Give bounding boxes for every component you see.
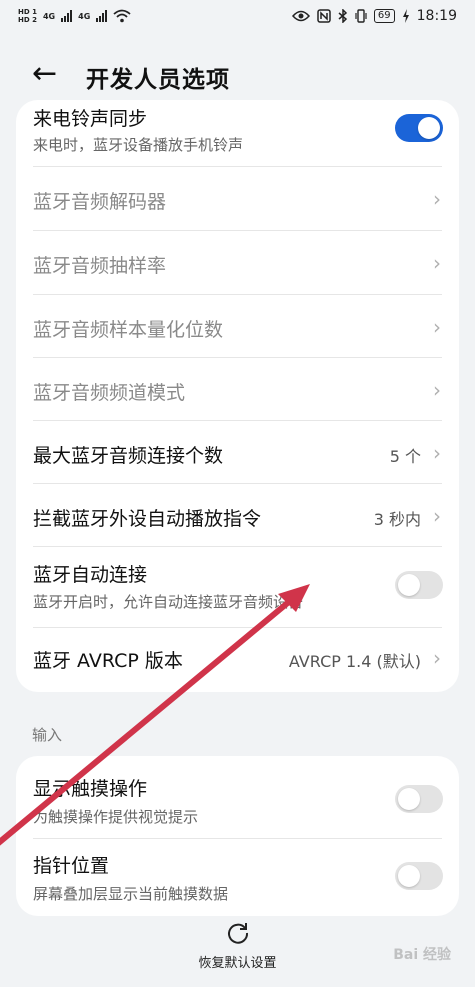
sample-rate-label: 蓝牙音频抽样率 [33, 255, 167, 277]
signal-icon [61, 10, 73, 22]
status-bar: HD 1 HD 2 4G 4G 69 18:19 [0, 0, 475, 38]
max-connections-value: 5 个 [389, 447, 421, 466]
pointer-location-row[interactable]: 指针位置 屏幕叠加层显示当前触摸数据 [16, 839, 459, 916]
ringtone-sync-subtitle: 来电时，蓝牙设备播放手机铃声 [33, 136, 244, 154]
status-left: HD 1 HD 2 4G 4G [18, 8, 131, 24]
page-title: 开发人员选项 [86, 67, 230, 93]
avrcp-version-label: 蓝牙 AVRCP 版本 [33, 650, 183, 672]
ringtone-sync-toggle[interactable] [395, 114, 443, 142]
chevron-right-icon: › [433, 646, 441, 670]
show-taps-subtitle: 为触摸操作提供视觉提示 [33, 808, 199, 826]
pointer-location-label: 指针位置 [33, 855, 110, 877]
chevron-right-icon: › [433, 187, 441, 211]
back-arrow-icon[interactable]: ← [32, 58, 57, 90]
chevron-right-icon: › [433, 378, 441, 402]
pointer-location-toggle[interactable] [395, 862, 443, 890]
sim1-hd-label: HD 1 [18, 8, 37, 16]
avrcp-version-value: AVRCP 1.4 (默认) [288, 652, 421, 671]
input-section-header: 输入 [32, 726, 63, 744]
codec-label: 蓝牙音频解码器 [33, 191, 167, 213]
channel-mode-row[interactable]: 蓝牙音频频道模式 › [16, 358, 459, 421]
nfc-icon [317, 9, 331, 23]
bits-per-sample-label: 蓝牙音频样本量化位数 [33, 319, 224, 341]
net2-label: 4G [78, 11, 91, 21]
ringtone-sync-row[interactable]: 来电铃声同步 来电时，蓝牙设备播放手机铃声 [16, 100, 459, 166]
sample-rate-row[interactable]: 蓝牙音频抽样率 › [16, 231, 459, 294]
auto-connect-subtitle: 蓝牙开启时，允许自动连接蓝牙音频设备 [33, 593, 304, 611]
bluetooth-icon [338, 9, 348, 23]
intercept-autoplay-label: 拦截蓝牙外设自动播放指令 [33, 508, 262, 530]
auto-connect-row[interactable]: 蓝牙自动连接 蓝牙开启时，允许自动连接蓝牙音频设备 [16, 547, 459, 627]
clock: 18:19 [416, 8, 457, 24]
avrcp-version-row[interactable]: 蓝牙 AVRCP 版本 AVRCP 1.4 (默认) › [16, 628, 459, 692]
sim2-hd-label: HD 2 [18, 16, 37, 24]
eye-icon [291, 10, 310, 22]
charging-icon [402, 9, 409, 23]
show-taps-toggle[interactable] [395, 785, 443, 813]
show-taps-row[interactable]: 显示触摸操作 为触摸操作提供视觉提示 [16, 756, 459, 838]
bluetooth-settings-card: 来电铃声同步 来电时，蓝牙设备播放手机铃声 蓝牙音频解码器 › 蓝牙音频抽样率 … [16, 100, 459, 692]
max-connections-row[interactable]: 最大蓝牙音频连接个数 5 个 › [16, 421, 459, 484]
signal-icon-2 [96, 10, 108, 22]
codec-row[interactable]: 蓝牙音频解码器 › [16, 167, 459, 230]
reset-icon [227, 923, 248, 944]
chevron-right-icon: › [433, 441, 441, 465]
status-right: 69 18:19 [291, 8, 457, 24]
ringtone-sync-label: 来电铃声同步 [33, 108, 148, 130]
input-settings-card: 显示触摸操作 为触摸操作提供视觉提示 指针位置 屏幕叠加层显示当前触摸数据 [16, 756, 459, 916]
chevron-right-icon: › [433, 315, 441, 339]
intercept-autoplay-value: 3 秒内 [373, 510, 421, 529]
vibrate-icon [355, 9, 367, 23]
auto-connect-label: 蓝牙自动连接 [33, 564, 148, 586]
net1-label: 4G [42, 11, 56, 21]
auto-connect-toggle[interactable] [395, 571, 443, 599]
pointer-location-subtitle: 屏幕叠加层显示当前触摸数据 [33, 885, 229, 903]
channel-mode-label: 蓝牙音频频道模式 [33, 382, 186, 404]
chevron-right-icon: › [433, 504, 441, 528]
intercept-autoplay-row[interactable]: 拦截蓝牙外设自动播放指令 3 秒内 › [16, 484, 459, 547]
bits-per-sample-row[interactable]: 蓝牙音频样本量化位数 › [16, 295, 459, 358]
wifi-icon [113, 9, 131, 23]
chevron-right-icon: › [433, 251, 441, 275]
show-taps-label: 显示触摸操作 [33, 778, 148, 800]
hd-badges: HD 1 HD 2 [18, 8, 37, 24]
app-header: ← 开发人员选项 [0, 52, 475, 100]
battery-icon: 69 [373, 9, 395, 23]
max-connections-label: 最大蓝牙音频连接个数 [33, 445, 224, 467]
watermark-logo: Bai 经验 [393, 947, 451, 963]
